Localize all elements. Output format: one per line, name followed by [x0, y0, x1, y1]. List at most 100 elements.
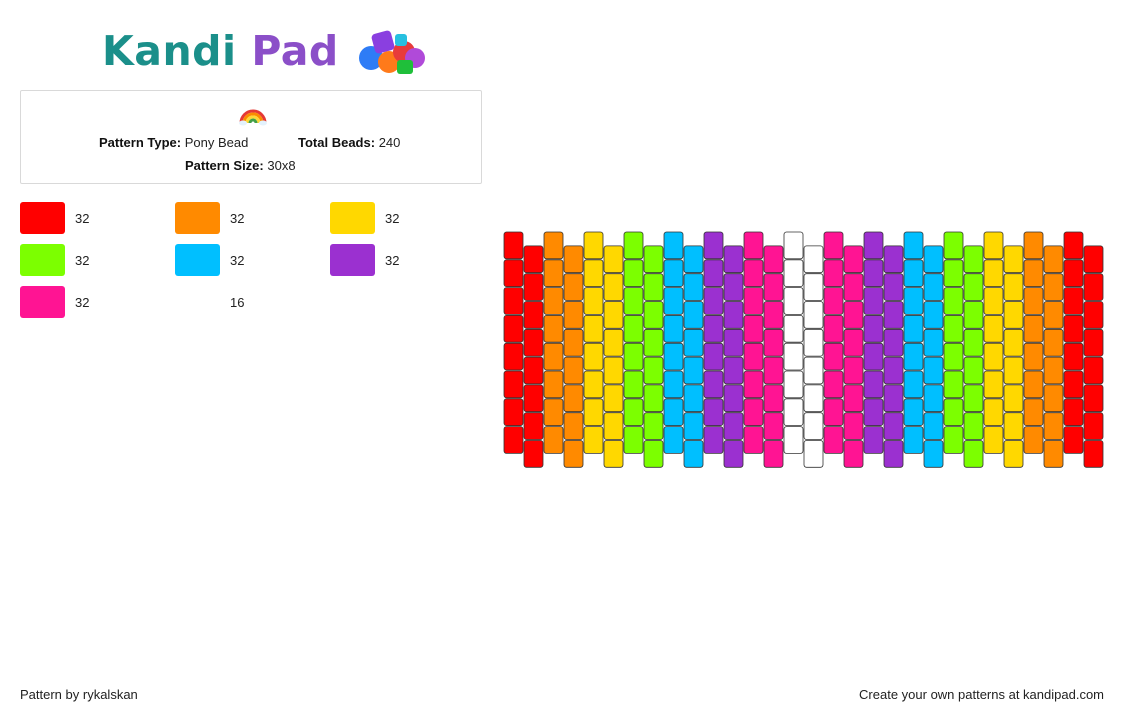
bead: [803, 328, 824, 357]
bead: [563, 384, 584, 413]
bead: [643, 273, 664, 301]
bead: [1023, 231, 1044, 260]
bead: [703, 370, 724, 399]
bead: [703, 342, 724, 371]
bead: [803, 245, 824, 274]
bead: [663, 315, 684, 343]
site-link[interactable]: Create your own patterns at kandipad.com: [859, 687, 1104, 702]
bead: [703, 287, 724, 315]
bead: [1023, 370, 1044, 399]
bead: [503, 342, 524, 371]
bead: [503, 231, 524, 260]
bead: [1023, 259, 1044, 287]
bead: [763, 412, 784, 440]
bead: [903, 259, 924, 287]
bead: [923, 245, 944, 274]
bead: [1003, 273, 1024, 301]
logo[interactable]: Kandi Pad: [102, 26, 427, 76]
bead: [543, 426, 564, 454]
bead: [883, 384, 904, 413]
beads-icon: [358, 30, 425, 74]
bead: [723, 356, 744, 385]
bead: [1043, 328, 1064, 357]
bead: [903, 370, 924, 399]
bead: [683, 245, 704, 274]
bead: [783, 342, 804, 371]
bead: [723, 328, 744, 357]
bead: [603, 356, 624, 385]
bead: [823, 342, 844, 371]
bead: [603, 384, 624, 413]
bead: [963, 301, 984, 329]
bead: [1063, 315, 1084, 343]
bead-count: 32: [230, 210, 245, 226]
bead: [643, 440, 664, 468]
color-swatch: [330, 244, 375, 276]
bead: [883, 245, 904, 274]
bead: [823, 259, 844, 287]
bead: [963, 356, 984, 385]
bead: [503, 315, 524, 343]
logo-text: Kandi Pad: [102, 27, 339, 75]
bead: [903, 315, 924, 343]
bead: [523, 384, 544, 413]
bead: [783, 398, 804, 427]
bead: [1083, 384, 1104, 413]
color-swatch: [20, 202, 65, 234]
bead: [863, 398, 884, 427]
bead: [1003, 384, 1024, 413]
bead: [863, 287, 884, 315]
bead: [663, 398, 684, 427]
legend-item: 32: [20, 286, 89, 318]
bead: [643, 384, 664, 413]
bead: [543, 315, 564, 343]
bead: [763, 245, 784, 274]
bead: [783, 231, 804, 260]
bead: [823, 315, 844, 343]
bead-count: 32: [230, 252, 245, 268]
bead: [743, 426, 764, 454]
bead: [563, 356, 584, 385]
bead: [863, 426, 884, 454]
bead: [523, 301, 544, 329]
bead: [603, 328, 624, 357]
bead: [623, 370, 644, 399]
bead: [743, 287, 764, 315]
bead: [843, 384, 864, 413]
legend-item: 32: [175, 202, 244, 234]
bead: [583, 259, 604, 287]
bead: [1063, 398, 1084, 427]
bead: [963, 384, 984, 413]
bead: [943, 259, 964, 287]
bead: [863, 370, 884, 399]
bead: [803, 356, 824, 385]
bead: [983, 342, 1004, 371]
bead: [1043, 356, 1064, 385]
rainbow-icon: [239, 109, 267, 126]
bead: [1043, 440, 1064, 468]
bead: [583, 398, 604, 427]
bead: [983, 287, 1004, 315]
bead: [683, 273, 704, 301]
bead: [583, 315, 604, 343]
bead: [963, 245, 984, 274]
bead: [923, 301, 944, 329]
bead: [903, 342, 924, 371]
bead: [883, 440, 904, 468]
bead: [563, 273, 584, 301]
bead: [843, 356, 864, 385]
bead: [703, 315, 724, 343]
bead: [683, 328, 704, 357]
bead: [723, 384, 744, 413]
bead: [1063, 370, 1084, 399]
legend-item: 32: [175, 244, 244, 276]
bead: [663, 370, 684, 399]
bead: [1083, 273, 1104, 301]
bead-count: 32: [75, 252, 90, 268]
bead: [543, 398, 564, 427]
bead: [1063, 426, 1084, 454]
bead: [863, 231, 884, 260]
bead: [1003, 245, 1024, 274]
bead: [723, 412, 744, 440]
bead: [943, 342, 964, 371]
